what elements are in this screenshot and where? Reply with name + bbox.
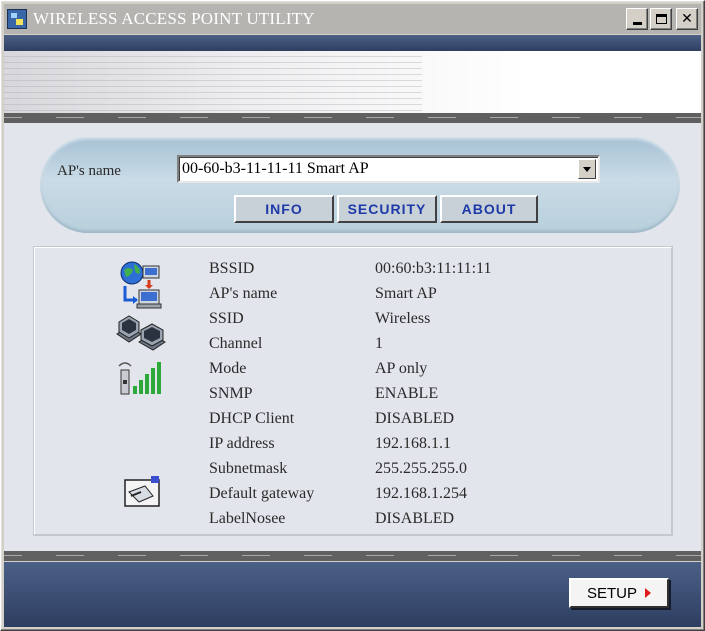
header-band xyxy=(4,35,701,51)
info-value: ENABLE xyxy=(375,385,439,402)
arrow-right-icon xyxy=(645,588,651,598)
info-value: 00:60:b3:11:11:11 xyxy=(375,260,492,277)
window-controls: ✕ xyxy=(626,8,698,30)
info-key: AP's name xyxy=(209,285,278,302)
info-value: 192.168.1.1 xyxy=(375,435,451,452)
setup-button-label: SETUP xyxy=(586,584,637,602)
divider-strip-bottom xyxy=(4,551,701,561)
info-key: LabelNosee xyxy=(209,510,286,527)
info-key: Channel xyxy=(209,335,263,352)
tab-bar: INFO SECURITY ABOUT xyxy=(234,195,538,223)
info-row-subnetmask: Subnetmask 255.255.255.0 xyxy=(209,460,649,485)
info-value: 192.168.1.254 xyxy=(375,485,467,502)
info-row-snmp: SNMP ENABLE xyxy=(209,385,649,410)
tab-about[interactable]: ABOUT xyxy=(440,195,538,223)
window-title: WIRELESS ACCESS POINT UTILITY xyxy=(33,9,315,28)
info-key: BSSID xyxy=(209,260,255,277)
info-value: 255.255.255.0 xyxy=(375,460,467,477)
info-row-mode: Mode AP only xyxy=(209,360,649,385)
info-key: IP address xyxy=(209,435,275,452)
app-window: WIRELESS ACCESS POINT UTILITY ✕ AP's nam… xyxy=(0,0,705,631)
info-panel: BSSID 00:60:b3:11:11:11 AP's name Smart … xyxy=(33,246,673,536)
info-row-ap-name: AP's name Smart AP xyxy=(209,285,649,310)
main-panel: AP's name 00-60-b3-11-11-11 Smart AP INF… xyxy=(4,123,701,551)
ap-name-select-value: 00-60-b3-11-11-11 Smart AP xyxy=(182,160,369,177)
close-icon: ✕ xyxy=(681,11,693,27)
info-row-ssid: SSID Wireless xyxy=(209,310,649,335)
info-value: 1 xyxy=(375,335,383,352)
selector-panel: AP's name 00-60-b3-11-11-11 Smart AP INF… xyxy=(40,137,680,233)
info-key: Mode xyxy=(209,360,247,377)
ap-name-label: AP's name xyxy=(57,163,121,179)
minimize-button[interactable] xyxy=(626,8,648,30)
info-value: Wireless xyxy=(375,310,431,327)
info-row-default-gateway: Default gateway 192.168.1.254 xyxy=(209,485,649,510)
banner-stripes xyxy=(4,51,423,113)
setup-button[interactable]: SETUP xyxy=(569,578,669,608)
info-value: DISABLED xyxy=(375,510,455,527)
computers-icon xyxy=(116,315,166,351)
info-row-dhcp-client: DHCP Client DISABLED xyxy=(209,410,649,435)
info-key: DHCP Client xyxy=(209,410,295,427)
tab-info[interactable]: INFO xyxy=(234,195,334,223)
minimize-icon xyxy=(632,22,642,25)
info-row-bssid: BSSID 00:60:b3:11:11:11 xyxy=(209,260,649,285)
info-value: AP only xyxy=(375,360,428,377)
info-value: DISABLED xyxy=(375,410,455,427)
info-row-labelnosee: LabelNosee DISABLED xyxy=(209,510,649,535)
info-row-ip-address: IP address 192.168.1.1 xyxy=(209,435,649,460)
info-key: Default gateway xyxy=(209,485,315,502)
info-key: SSID xyxy=(209,310,244,327)
banner xyxy=(4,51,701,113)
info-row-channel: Channel 1 xyxy=(209,335,649,360)
info-key: SNMP xyxy=(209,385,253,402)
tab-security[interactable]: SECURITY xyxy=(337,195,437,223)
maximize-button[interactable] xyxy=(650,8,672,30)
maximize-icon xyxy=(655,14,667,24)
app-icon xyxy=(7,9,27,29)
ap-name-select[interactable]: 00-60-b3-11-11-11 Smart AP xyxy=(177,155,600,183)
network-card-icon xyxy=(124,476,160,507)
signal-strength-icon xyxy=(118,362,161,395)
network-globe-icon xyxy=(120,261,162,309)
divider-strip-top xyxy=(4,113,701,123)
footer-bar: SETUP xyxy=(4,562,701,627)
dropdown-button[interactable] xyxy=(578,159,596,179)
chevron-down-icon xyxy=(583,166,591,172)
close-button[interactable]: ✕ xyxy=(676,8,698,30)
info-key: Subnetmask xyxy=(209,460,288,477)
info-value: Smart AP xyxy=(375,285,437,302)
title-bar[interactable]: WIRELESS ACCESS POINT UTILITY ✕ xyxy=(4,4,701,34)
